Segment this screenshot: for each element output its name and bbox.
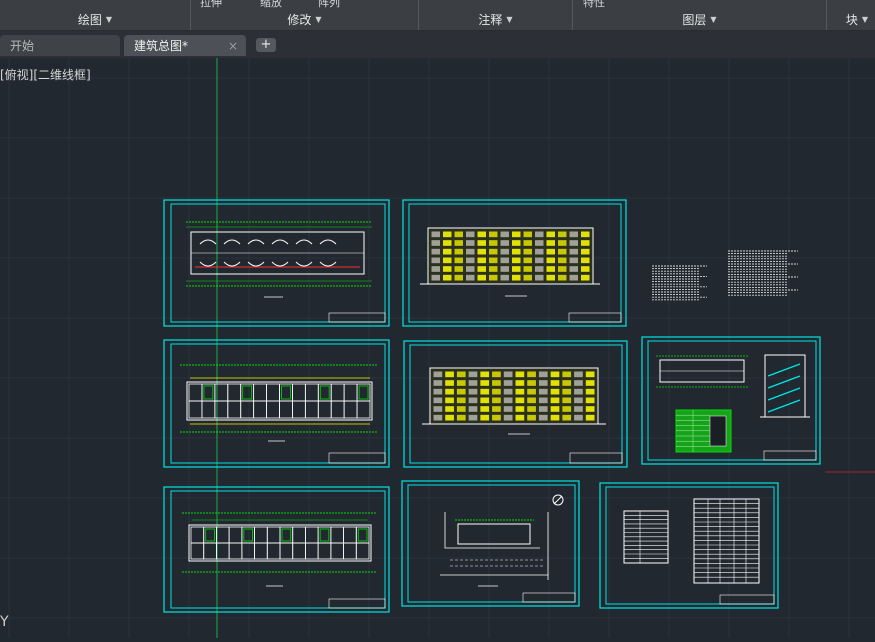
floor-plan-drawing (186, 221, 372, 287)
ucs-y-axis-label: Y (0, 614, 9, 630)
model-space-canvas (0, 58, 875, 638)
floor-plan-drawing (182, 512, 376, 573)
chevron-down-icon: ▼ (506, 14, 513, 24)
drawing-sheet[interactable] (599, 482, 779, 609)
chevron-down-icon: ▼ (861, 14, 869, 24)
stretch-tool[interactable]: 拉伸 (200, 0, 222, 8)
site-plan-drawing (440, 494, 564, 580)
panel-layers-label: 图层 (682, 12, 707, 27)
chevron-down-icon: ▼ (105, 14, 113, 24)
floor-plan-drawing (180, 364, 378, 433)
tab-site-plan[interactable]: 建筑总图* × (124, 35, 246, 56)
array-tool[interactable]: 阵列 (318, 0, 340, 8)
elevation-drawing (422, 367, 606, 425)
chevron-down-icon: ▼ (710, 14, 717, 24)
panel-layers[interactable]: 图层 ▼ (573, 8, 826, 30)
drawing-sheet[interactable] (403, 340, 628, 468)
door-window-schedule (623, 498, 760, 584)
elevation-drawing (420, 227, 600, 285)
drawing-sheet[interactable] (402, 199, 627, 327)
panel-annotation[interactable]: 注释 ▼ (419, 8, 572, 30)
tab-site-plan-label: 建筑总图* (134, 39, 189, 53)
panel-draw-label: 绘图 (77, 12, 102, 27)
stair-section-drawing (760, 354, 810, 418)
background-grid (0, 58, 875, 638)
chevron-down-icon: ▼ (315, 14, 322, 24)
tab-start-label: 开始 (10, 39, 35, 53)
drawing-sheet[interactable] (163, 339, 390, 468)
panel-annotation-label: 注释 (478, 12, 503, 27)
panel-draw[interactable]: 绘图 ▼ (0, 8, 190, 30)
view-label[interactable]: [俯视][二维线框] (0, 66, 91, 83)
ribbon: 拉伸 缩放 阵列 特性 绘图 ▼ 修改 ▼ 注释 ▼ 图层 ▼ 块 ▼ (0, 0, 875, 31)
drawing-sheet[interactable] (163, 199, 390, 327)
new-tab-button[interactable]: + (256, 38, 276, 52)
ribbon-tool-row: 拉伸 缩放 阵列 特性 (0, 0, 875, 8)
detail-table (675, 409, 732, 453)
drawing-viewport[interactable] (0, 58, 875, 638)
roof-plan-drawing (656, 355, 748, 388)
panel-block-label: 块 (845, 12, 858, 27)
panel-modify[interactable]: 修改 ▼ (191, 8, 418, 30)
scale-tool[interactable]: 缩放 (260, 0, 282, 8)
properties-tool[interactable]: 特性 (583, 0, 605, 8)
tab-start[interactable]: 开始 (0, 35, 120, 56)
panel-modify-label: 修改 (287, 12, 312, 27)
drawing-sheet[interactable] (163, 486, 390, 613)
panel-block[interactable]: 块 ▼ (827, 8, 875, 30)
close-icon[interactable]: × (228, 39, 238, 53)
